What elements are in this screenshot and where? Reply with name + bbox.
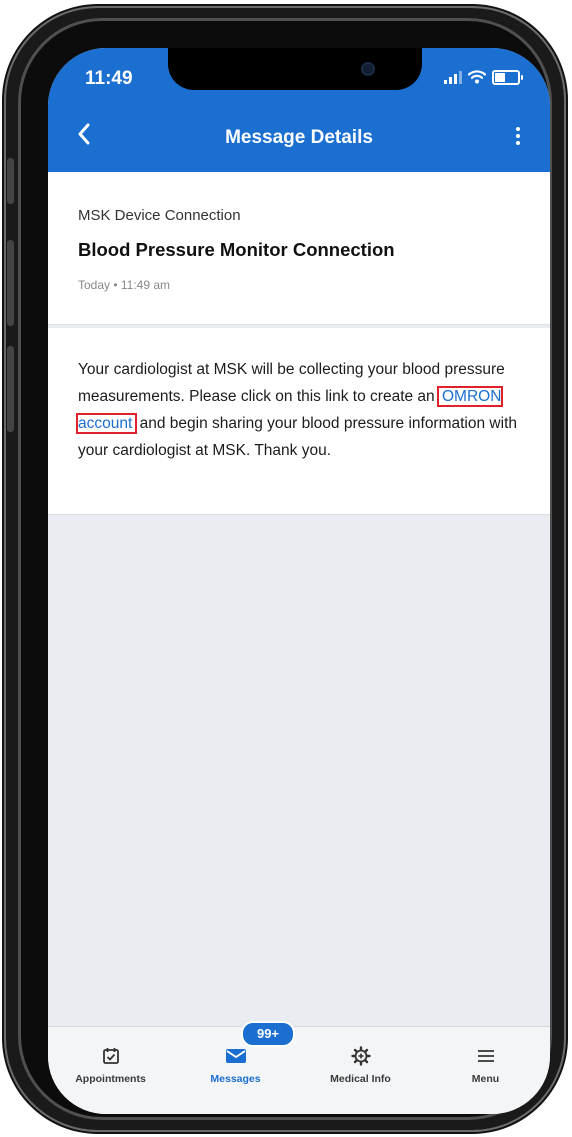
status-time: 11:49: [85, 68, 133, 89]
status-icons: [444, 69, 523, 85]
page-title: Message Details: [225, 127, 373, 148]
tab-appointments[interactable]: Appointments: [48, 1027, 173, 1114]
phone-screen: 11:49 Message Details MSK Device Connect…: [48, 48, 550, 1114]
front-camera: [363, 64, 373, 74]
battery-icon: [492, 69, 523, 85]
message-text-after-link: and begin sharing your blood pressure in…: [78, 415, 517, 459]
wifi-icon: [468, 70, 486, 84]
message-text: Your cardiologist at MSK will be collect…: [75, 356, 530, 464]
phone-frame: 11:49 Message Details MSK Device Connect…: [6, 8, 564, 1130]
message-date: Today • 11:49 am: [78, 278, 171, 292]
message-category: MSK Device Connection: [78, 207, 241, 224]
volume-up-button: [7, 240, 14, 326]
more-options-button[interactable]: [510, 124, 526, 148]
mute-switch: [7, 158, 14, 204]
signal-icon: [444, 70, 462, 84]
tab-medical-info[interactable]: Medical Info: [298, 1027, 423, 1114]
tab-label-medical-info: Medical Info: [330, 1073, 391, 1085]
notch: [168, 48, 422, 90]
bottom-tab-bar: Appointments 99+ Messages Medical Info M…: [48, 1021, 550, 1114]
message-subject: Blood Pressure Monitor Connection: [78, 239, 395, 260]
tab-label-appointments: Appointments: [75, 1073, 146, 1085]
calendar-check-icon: [102, 1048, 119, 1064]
unread-badge: 99+: [241, 1021, 295, 1047]
app-header: 11:49 Message Details: [48, 48, 550, 172]
tab-menu[interactable]: Menu: [423, 1027, 548, 1114]
envelope-icon: [225, 1049, 246, 1063]
hamburger-menu-icon: [477, 1050, 494, 1062]
tab-label-menu: Menu: [471, 1073, 500, 1085]
medical-gear-icon: [350, 1046, 371, 1066]
message-body: Your cardiologist at MSK will be collect…: [48, 328, 550, 515]
tab-messages[interactable]: 99+ Messages: [173, 1021, 298, 1114]
vertical-ellipsis-icon: [516, 127, 520, 131]
message-header: MSK Device Connection Blood Pressure Mon…: [48, 172, 550, 325]
tab-label-messages: Messages: [210, 1073, 261, 1085]
volume-down-button: [7, 346, 14, 432]
